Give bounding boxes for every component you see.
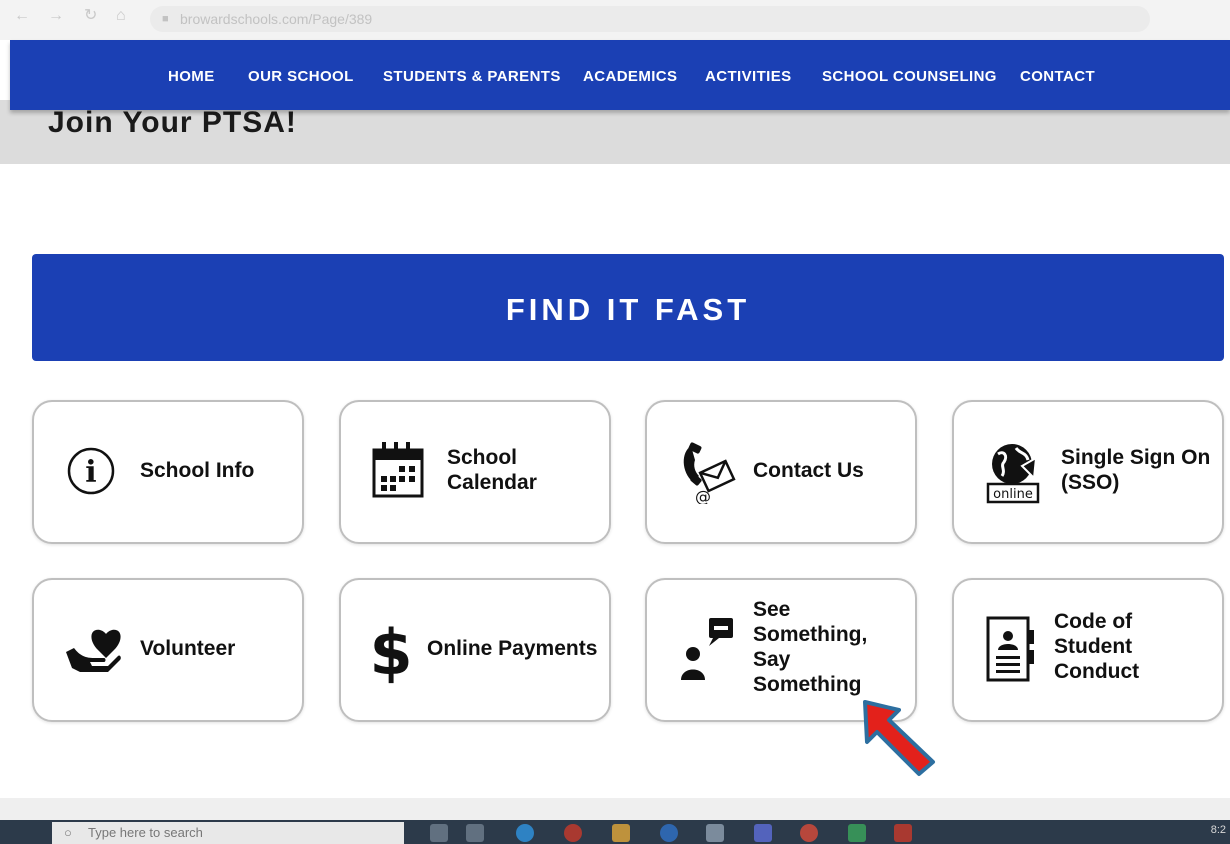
card-label: Online Payments <box>427 637 598 660</box>
card-label: Volunteer <box>140 637 236 660</box>
back-icon[interactable]: ← <box>14 8 30 24</box>
address-bar[interactable]: ■ browardschools.com/Page/389 <box>150 6 1150 32</box>
calendar-icon <box>372 442 424 498</box>
person-speech-icon <box>681 618 733 680</box>
card-online-payments[interactable]: $ Online Payments <box>339 578 611 722</box>
svg-text:online: online <box>993 487 1033 502</box>
nav-students-parents[interactable]: STUDENTS & PARENTS <box>383 68 561 85</box>
home-icon[interactable]: ⌂ <box>116 8 126 24</box>
folder-icon[interactable] <box>612 824 630 842</box>
pdf-icon[interactable] <box>894 824 912 842</box>
nav-academics[interactable]: ACADEMICS <box>583 68 677 85</box>
file-explorer-icon[interactable] <box>466 824 484 842</box>
info-icon: i <box>67 447 115 495</box>
store-icon[interactable] <box>706 824 724 842</box>
card-volunteer[interactable]: Volunteer <box>32 578 304 722</box>
chrome-icon[interactable] <box>564 824 582 842</box>
taskbar-clock: 8:2 <box>1210 824 1226 836</box>
taskbar-search[interactable]: ○ Type here to search <box>52 822 404 844</box>
card-single-sign-on[interactable]: online Single Sign On (SSO) <box>952 400 1224 544</box>
card-label: School Calendar <box>447 446 537 494</box>
excel-icon[interactable] <box>848 824 866 842</box>
svg-text:@: @ <box>695 487 711 504</box>
heart-hand-icon <box>66 629 121 672</box>
card-label: Single Sign On (SSO) <box>1061 446 1211 494</box>
app-icon[interactable] <box>660 824 678 842</box>
announcement-heading: Join Your PTSA! <box>48 106 297 139</box>
nav-activities[interactable]: ACTIVITIES <box>705 68 792 85</box>
main-navigation: HOME OUR SCHOOL STUDENTS & PARENTS ACADE… <box>10 40 1230 110</box>
card-contact-us[interactable]: @ Contact Us <box>645 400 917 544</box>
forward-icon[interactable]: → <box>48 8 64 24</box>
os-taskbar: ○ Type here to search 8:2 <box>0 820 1230 844</box>
card-label: School Info <box>140 459 255 482</box>
card-school-calendar[interactable]: School Calendar <box>339 400 611 544</box>
card-school-info[interactable]: i School Info <box>32 400 304 544</box>
edge-icon[interactable] <box>516 824 534 842</box>
card-code-of-student-conduct[interactable]: Code of Student Conduct <box>952 578 1224 722</box>
nav-home[interactable]: HOME <box>168 68 215 85</box>
online-globe-icon: online <box>986 444 1040 504</box>
phone-mail-icon: @ <box>683 442 736 504</box>
browser-toolbar: ← → ↻ ⌂ ■ browardschools.com/Page/389 <box>0 0 1230 40</box>
nav-contact[interactable]: CONTACT <box>1020 68 1095 85</box>
dollar-icon: $ <box>371 616 411 686</box>
teams-icon[interactable] <box>754 824 772 842</box>
svg-text:i: i <box>85 455 96 490</box>
card-label: See Something, Say Something <box>753 598 868 696</box>
card-label: Contact Us <box>753 459 864 482</box>
nav-school-counseling[interactable]: SCHOOL COUNSELING <box>822 68 997 85</box>
address-bar-url: browardschools.com/Page/389 <box>180 11 373 27</box>
lock-icon: ■ <box>162 13 169 25</box>
banner-title: FIND IT FAST <box>505 292 751 327</box>
taskbar-search-placeholder: Type here to search <box>88 825 203 840</box>
code-book-icon <box>986 616 1034 682</box>
search-icon: ○ <box>64 825 72 840</box>
reload-icon[interactable]: ↻ <box>84 8 97 24</box>
page-bottom-edge <box>0 798 1230 820</box>
media-icon[interactable] <box>800 824 818 842</box>
annotation-arrow-icon <box>863 700 935 776</box>
card-label: Code of Student Conduct <box>1054 610 1140 683</box>
find-it-fast-banner: FIND IT FAST <box>32 254 1224 361</box>
nav-our-school[interactable]: OUR SCHOOL <box>248 68 354 85</box>
task-view-icon[interactable] <box>430 824 448 842</box>
svg-text:$: $ <box>371 616 411 686</box>
